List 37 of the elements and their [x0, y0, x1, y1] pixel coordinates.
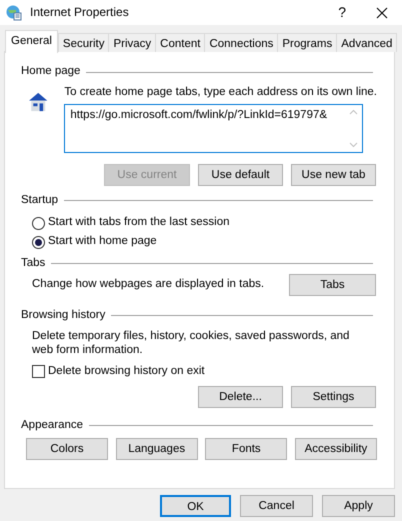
- history-button[interactable]: Settings: [291, 386, 376, 408]
- appearance-button[interactable]: Languages: [116, 438, 198, 460]
- group-label: Tabs: [21, 256, 46, 271]
- tab[interactable]: Advanced: [337, 33, 398, 52]
- instruction-text: To create home page tabs, type each address on its own line.: [64, 86, 377, 100]
- radio-label[interactable]: Start with home page: [48, 235, 157, 250]
- globe-icon: [6, 4, 22, 20]
- dialog-button[interactable]: OK: [160, 495, 231, 517]
- home-page-button[interactable]: Use default: [198, 164, 283, 186]
- tab[interactable]: General: [5, 30, 58, 53]
- radio-button[interactable]: [32, 236, 45, 249]
- checkbox-label[interactable]: Delete browsing history on exit: [48, 364, 205, 379]
- group-label: Browsing history: [21, 308, 106, 323]
- radio-button[interactable]: [32, 216, 45, 230]
- checkbox[interactable]: [32, 365, 45, 378]
- tab[interactable]: Programs: [278, 33, 338, 52]
- description-text: Change how webpages are displayed in tabs.: [32, 278, 264, 292]
- history-button[interactable]: Delete...: [198, 386, 283, 408]
- window-title: Internet Properties: [30, 5, 129, 20]
- tabs-button[interactable]: Tabs: [289, 274, 376, 296]
- tab[interactable]: Privacy: [109, 33, 156, 52]
- dialog-button[interactable]: Cancel: [240, 495, 313, 517]
- radio-label[interactable]: Start with tabs from the last session: [48, 216, 230, 230]
- description-text: Delete temporary files, history, cookies, saved passwords, and web form information.: [31, 328, 350, 357]
- appearance-button[interactable]: Colors: [26, 438, 108, 460]
- tab[interactable]: Connections: [205, 33, 278, 52]
- help-button[interactable]: ?: [338, 4, 346, 21]
- group-label: Appearance: [21, 418, 84, 432]
- appearance-button[interactable]: Accessibility: [294, 438, 377, 460]
- home-page-button[interactable]: Use new tab: [291, 164, 376, 186]
- close-icon[interactable]: [376, 6, 388, 18]
- dialog-button[interactable]: Apply: [322, 495, 395, 517]
- group-label: Startup: [21, 194, 58, 208]
- tab[interactable]: Security: [58, 33, 110, 52]
- appearance-button[interactable]: Fonts: [205, 438, 288, 460]
- tab[interactable]: Content: [156, 33, 206, 52]
- group-label: Home page: [21, 65, 80, 79]
